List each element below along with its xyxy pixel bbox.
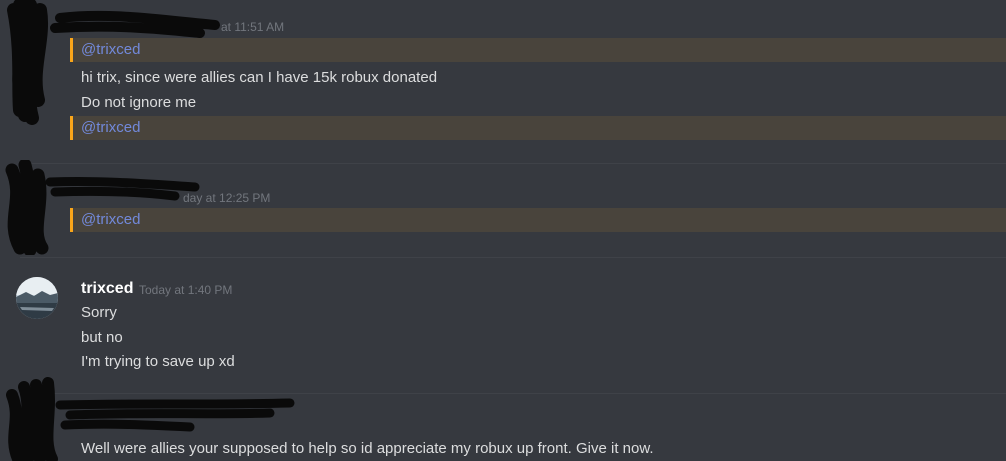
chat-messages-area: at 11:51 AM @trixced hi trix, since were… <box>0 0 1006 461</box>
message-text: Sorry <box>81 304 117 321</box>
mention-link[interactable]: @trixced <box>81 211 140 228</box>
message-group-3: trixced Today at 1:40 PM Sorry but no I'… <box>0 260 1006 385</box>
message-text: but no <box>81 329 123 346</box>
mention-highlight: @trixced <box>70 116 1006 140</box>
mention-highlight: @trixced <box>70 208 1006 232</box>
username[interactable]: trixced <box>81 280 133 298</box>
mention-link[interactable]: @trixced <box>81 119 140 136</box>
message-group-2: day at 12:25 PM @trixced <box>0 160 1006 255</box>
landscape-avatar-icon <box>16 277 58 319</box>
message-text: hi trix, since were allies can I have 15… <box>81 69 438 86</box>
message-divider <box>20 257 1006 258</box>
message-timestamp: at 11:51 AM <box>221 20 285 34</box>
message-text: Do not ignore me <box>81 94 197 111</box>
message-timestamp: day at 12:25 PM <box>183 191 271 205</box>
mention-link[interactable]: @trixced <box>81 41 140 58</box>
mention-highlight: @trixced <box>70 38 1006 62</box>
message-text: Well were allies your supposed to help s… <box>81 440 654 457</box>
message-group-4: Well were allies your supposed to help s… <box>0 375 1006 461</box>
message-timestamp: Today at 1:40 PM <box>139 283 233 297</box>
avatar[interactable] <box>16 277 58 319</box>
message-group-1: at 11:51 AM @trixced hi trix, since were… <box>0 0 1006 150</box>
message-text: I'm trying to save up xd <box>81 353 235 370</box>
